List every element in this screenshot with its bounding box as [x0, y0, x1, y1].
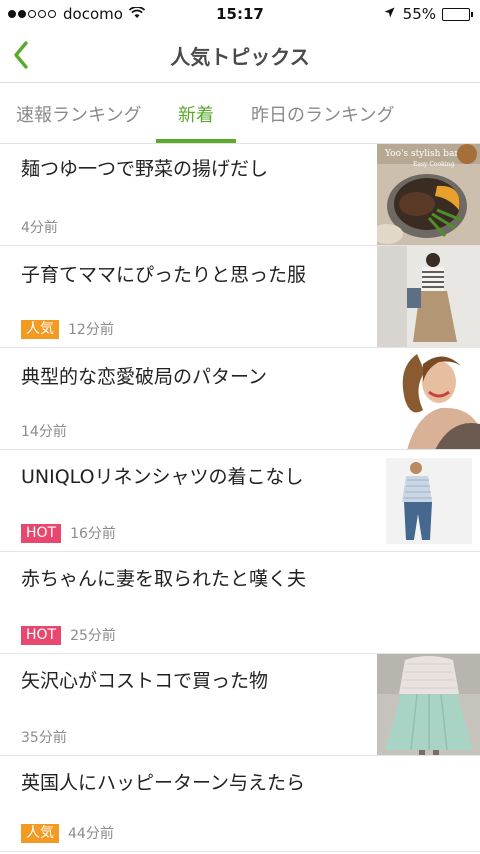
status-right: 55% [384, 5, 473, 23]
hot-badge: HOT [21, 625, 62, 645]
list-item[interactable]: 赤ちゃんに妻を取られたと嘆く夫 HOT 25分前 [0, 552, 480, 654]
item-thumbnail [377, 654, 480, 755]
battery-percent: 55% [402, 5, 436, 23]
topic-list: 麺つゆ一つで野菜の揚げだし 4分前 Yoo's stylish bar Easy… [0, 144, 480, 852]
item-meta: 人気 44分前 [21, 823, 114, 843]
status-bar: docomo 15:17 55% [0, 0, 480, 28]
tab-yesterday-ranking[interactable]: 昨日のランキング [251, 101, 394, 127]
item-time: 16分前 [70, 526, 116, 542]
item-meta: HOT 16分前 [21, 523, 116, 543]
tab-breaking-ranking[interactable]: 速報ランキング [16, 101, 141, 127]
item-time: 12分前 [68, 322, 114, 338]
item-time: 14分前 [21, 424, 67, 440]
item-title: UNIQLOリネンシャツの着こなし [21, 466, 304, 488]
item-title: 赤ちゃんに妻を取られたと嘆く夫 [21, 568, 307, 590]
hot-badge: HOT [21, 523, 62, 543]
location-arrow-icon [384, 7, 395, 22]
list-item[interactable]: 麺つゆ一つで野菜の揚げだし 4分前 Yoo's stylish bar Easy… [0, 144, 480, 246]
active-tab-indicator [156, 139, 236, 143]
battery-icon [442, 7, 473, 21]
thumb-caption-1: Yoo's stylish bar [384, 149, 459, 159]
list-item[interactable]: 英国人にハッピーターン与えたら 人気 44分前 [0, 756, 480, 852]
item-time: 25分前 [70, 628, 116, 644]
item-meta: 人気 12分前 [21, 319, 114, 339]
item-thumbnail [386, 458, 472, 544]
item-title: 典型的な恋愛破局のパターン [21, 366, 268, 388]
list-item[interactable]: 典型的な恋愛破局のパターン 14分前 [0, 348, 480, 450]
nav-bar: 人気トピックス [0, 28, 480, 83]
item-meta: 4分前 [21, 217, 58, 237]
list-item[interactable]: UNIQLOリネンシャツの着こなし HOT 16分前 [0, 450, 480, 552]
item-time: 4分前 [21, 220, 58, 236]
page-title: 人気トピックス [170, 45, 310, 69]
popular-badge: 人気 [21, 823, 59, 843]
item-title: 矢沢心がコストコで買った物 [21, 670, 269, 692]
tab-new[interactable]: 新着 [178, 101, 214, 127]
item-meta: HOT 25分前 [21, 625, 116, 645]
item-thumbnail: Yoo's stylish bar Easy Cooking [377, 144, 480, 245]
list-item[interactable]: 矢沢心がコストコで買った物 35分前 [0, 654, 480, 756]
item-title: 英国人にハッピーターン与えたら [21, 772, 306, 794]
thumb-caption-2: Easy Cooking [413, 161, 455, 168]
item-time: 35分前 [21, 730, 67, 746]
item-time: 44分前 [68, 826, 114, 842]
item-thumbnail [377, 348, 480, 449]
tab-bar: 速報ランキング 新着 昨日のランキング [0, 84, 480, 144]
item-title: 麺つゆ一つで野菜の揚げだし [21, 158, 269, 180]
item-thumbnail [377, 246, 480, 347]
item-title: 子育てママにぴったりと思った服 [21, 264, 307, 286]
item-meta: 35分前 [21, 727, 67, 747]
list-item[interactable]: 子育てママにぴったりと思った服 人気 12分前 [0, 246, 480, 348]
item-meta: 14分前 [21, 421, 67, 441]
popular-badge: 人気 [21, 319, 59, 339]
